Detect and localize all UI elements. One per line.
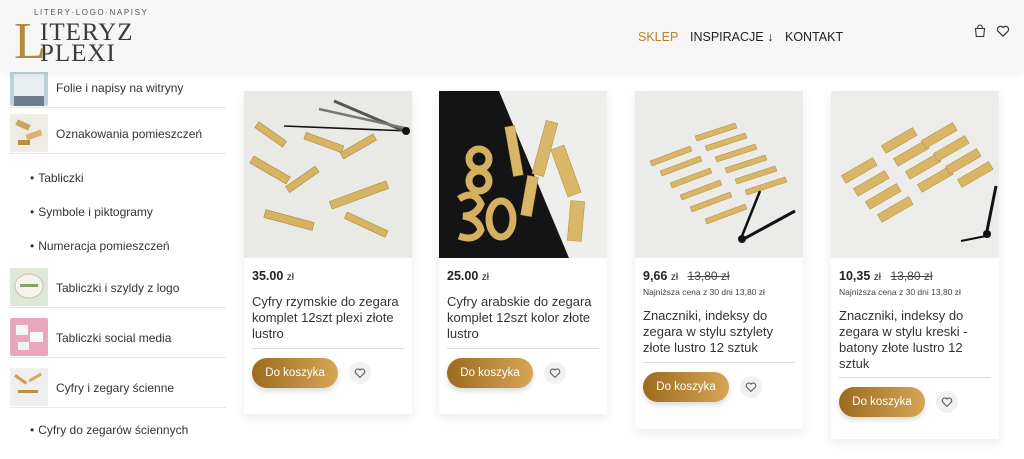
product-image[interactable] [831,91,999,258]
category-social-media[interactable]: Tabliczki social media [10,318,226,358]
subcategory-tabliczki[interactable]: Tabliczki [30,171,83,185]
category-oznakowania[interactable]: Oznakowania pomieszczeń [10,114,226,154]
nav-inspiracje[interactable]: INSPIRACJE ↓ [690,30,773,44]
category-cyfry-zegary[interactable]: Cyfry i zegary ścienne [10,368,226,408]
logo-line-2: PLEXI [40,40,116,67]
nav-kontakt[interactable]: KONTAKT [785,30,843,44]
wishlist-button[interactable] [349,362,371,384]
logo-tagline: LITERY·LOGO·NAPISY [34,8,149,17]
product-card: 10,35 zł 13,80 zł Najniższa cena z 30 dn… [831,91,999,439]
category-thumbnail [10,268,48,306]
old-price: 13,80 zł [890,269,933,283]
category-tabliczki-logo[interactable]: Tabliczki i szyldy z logo [10,268,226,308]
category-label: Tabliczki i szyldy z logo [56,280,180,295]
add-to-cart-button[interactable]: Do koszyka [252,358,338,388]
category-label: Folie i napisy na witryny [56,80,184,95]
add-to-cart-button[interactable]: Do koszyka [447,358,533,388]
divider [252,348,404,349]
heart-icon [745,382,757,393]
category-label: Cyfry i zegary ścienne [56,380,175,395]
product-price: 10,35 zł 13,80 zł [839,269,933,283]
heart-icon[interactable] [996,24,1010,38]
category-thumbnail [10,68,48,106]
product-name[interactable]: Znaczniki, indeksy do zegara w stylu szt… [643,308,799,356]
heart-icon [941,397,953,408]
heart-icon [354,368,366,379]
category-sidebar: Folie i napisy na witryny Oznakowania po… [0,68,230,459]
subcategory-cyfry-zegarow[interactable]: Cyfry do zegarów ściennych [30,423,188,437]
category-thumbnail [10,318,48,356]
category-folie[interactable]: Folie i napisy na witryny [10,68,226,108]
divider [643,362,795,363]
old-price: 13,80 zł [687,269,730,283]
product-name[interactable]: Znaczniki, indeksy do zegara w stylu kre… [839,308,995,372]
product-card: 9,66 zł 13,80 zł Najniższa cena z 30 dni… [635,91,803,429]
product-name[interactable]: Cyfry rzymskie do zegara komplet 12szt p… [252,294,408,342]
product-price: 9,66 zł 13,80 zł [643,269,730,283]
add-to-cart-button[interactable]: Do koszyka [839,387,925,417]
nav-sklep[interactable]: SKLEP [638,30,678,44]
divider [447,348,599,349]
heart-icon [549,368,561,379]
wishlist-button[interactable] [544,362,566,384]
product-image[interactable] [244,91,412,258]
wishlist-button[interactable] [740,376,762,398]
add-to-cart-button[interactable]: Do koszyka [643,372,729,402]
subcategory-numeracja[interactable]: Numeracja pomieszczeń [30,239,169,253]
category-label: Oznakowania pomieszczeń [56,126,203,141]
wishlist-button[interactable] [936,391,958,413]
product-image[interactable] [439,91,607,258]
subcategory-symbole[interactable]: Symbole i piktogramy [30,205,153,219]
category-thumbnail [10,368,48,406]
site-header: LITERY·LOGO·NAPISY L ITERYZ PLEXI SKLEP … [0,0,1024,72]
category-label: Tabliczki social media [56,330,172,345]
lowest-price-note: Najniższa cena z 30 dni 13,80 zł [643,287,765,297]
lowest-price-note: Najniższa cena z 30 dni 13,80 zł [839,287,961,297]
product-card: 25.00 zł Cyfry arabskie do zegara komple… [439,91,607,414]
product-price: 25.00 zł [447,269,489,283]
product-card: 35.00 zł Cyfry rzymskie do zegara komple… [244,91,412,414]
product-name[interactable]: Cyfry arabskie do zegara komplet 12szt k… [447,294,603,342]
divider [839,377,991,378]
product-image[interactable] [635,91,803,258]
product-price: 35.00 zł [252,269,294,283]
site-logo[interactable]: LITERY·LOGO·NAPISY L ITERYZ PLEXI [14,8,147,68]
category-thumbnail [10,114,48,152]
cart-icon[interactable] [973,24,987,38]
